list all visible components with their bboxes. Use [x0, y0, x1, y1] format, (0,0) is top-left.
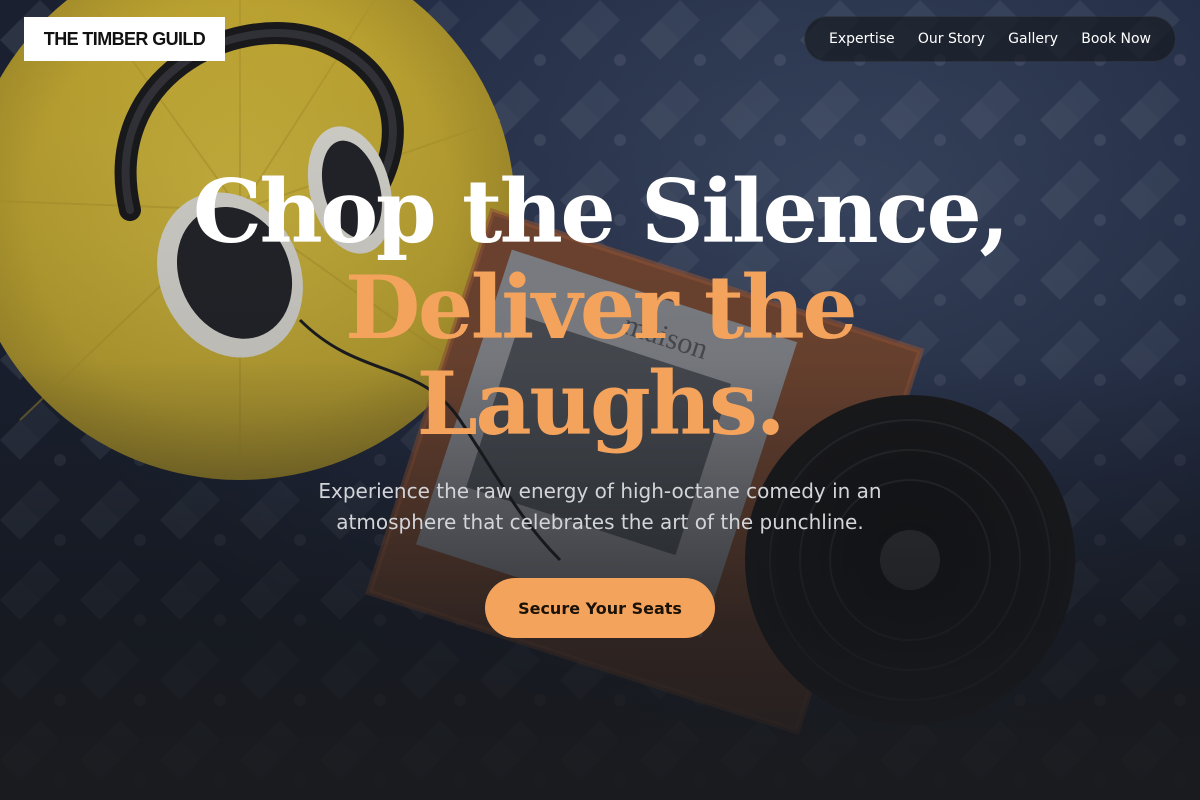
- hero-subtitle: Experience the raw energy of high-octane…: [250, 476, 950, 538]
- headline-line-2: Deliver the: [344, 256, 858, 359]
- nav-item-expertise[interactable]: Expertise: [829, 31, 895, 47]
- brand-logo[interactable]: THE TIMBER GUILD: [24, 17, 225, 61]
- top-navigation: Expertise Our Story Gallery Book Now: [804, 16, 1176, 62]
- nav-item-gallery[interactable]: Gallery: [1008, 31, 1058, 47]
- nav-item-our-story[interactable]: Our Story: [918, 31, 985, 47]
- nav-item-book-now[interactable]: Book Now: [1081, 31, 1151, 47]
- hero-headline: Chop the Silence, Deliver the Laughs.: [0, 164, 1200, 452]
- secure-seats-button[interactable]: Secure Your Seats: [485, 578, 715, 638]
- headline-line-1: Chop the Silence,: [192, 160, 1010, 263]
- subtitle-line-2: atmosphere that celebrates the art of th…: [336, 510, 864, 534]
- headline-line-3: Laughs.: [416, 352, 786, 455]
- subtitle-line-1: Experience the raw energy of high-octane…: [318, 479, 882, 503]
